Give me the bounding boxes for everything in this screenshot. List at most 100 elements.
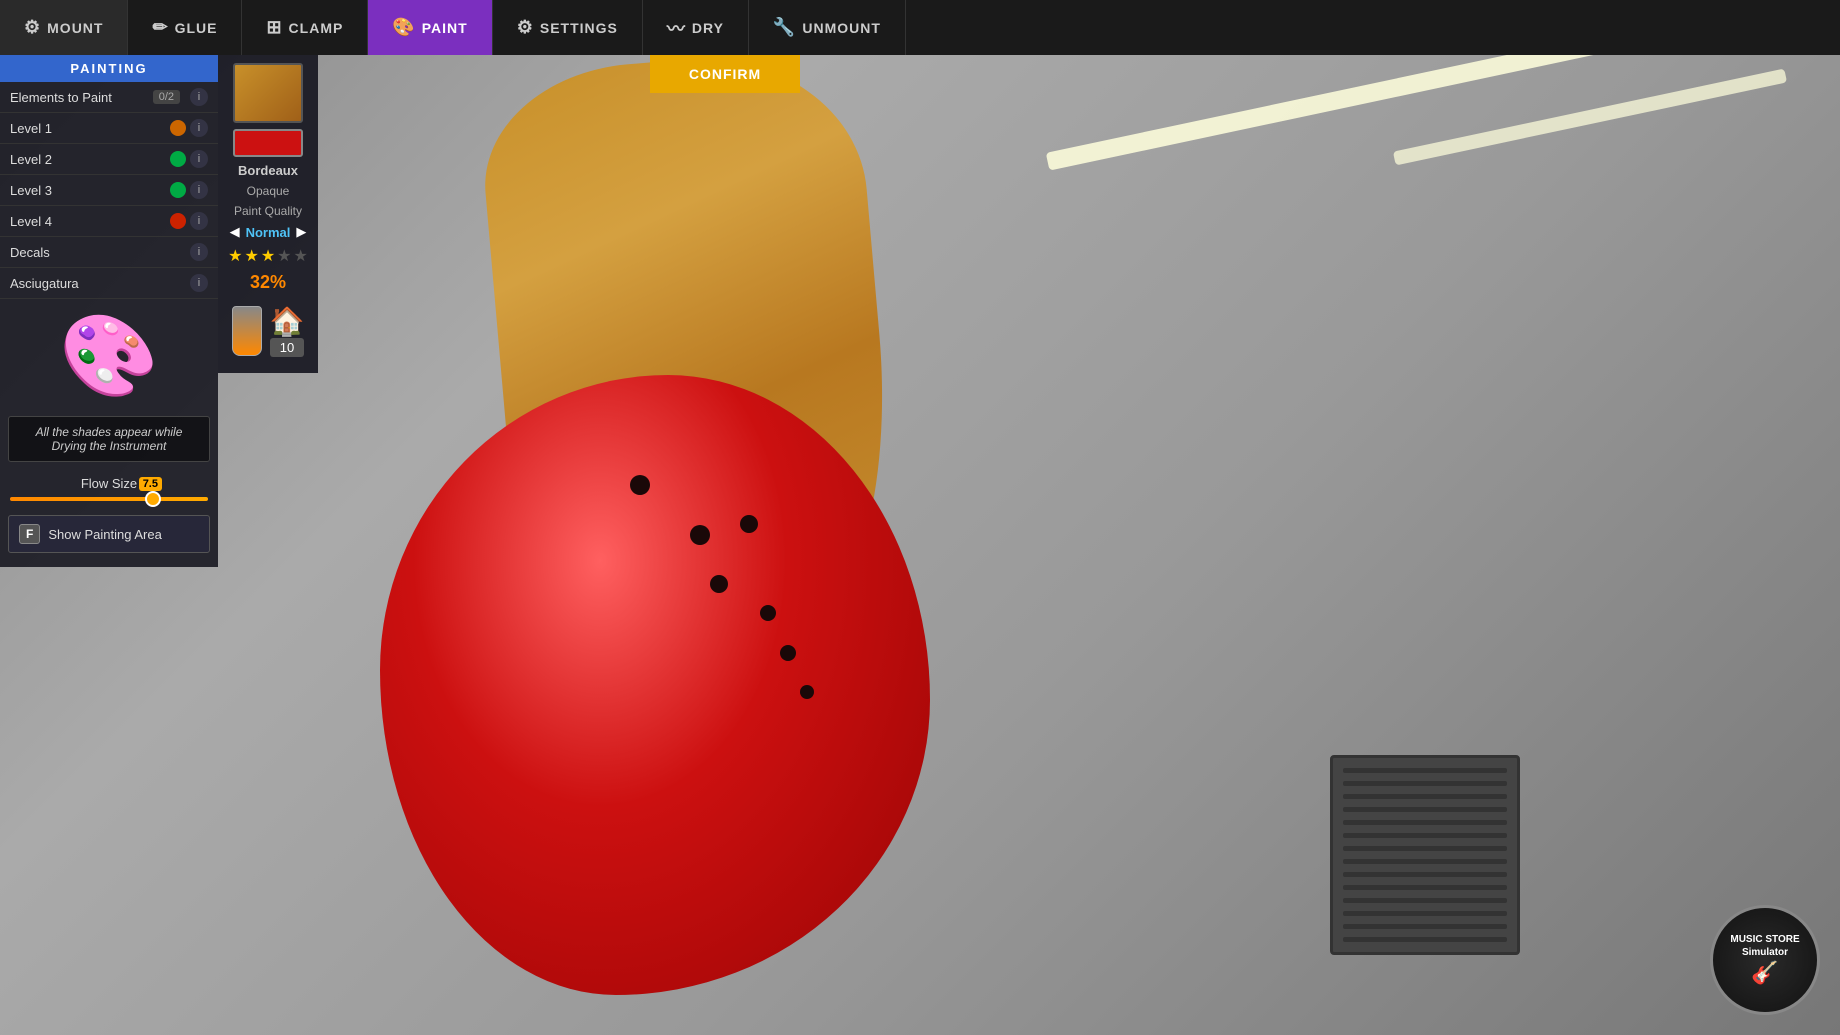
nav-settings-label: SETTINGS — [540, 20, 618, 36]
vent-slats — [1333, 758, 1517, 952]
asciugatura-row: Asciugatura i — [0, 268, 218, 299]
paint-count: 10 — [270, 338, 305, 357]
info-text-box: All the shades appear while Drying the I… — [8, 416, 210, 462]
nav-clamp[interactable]: ⊞ CLAMP — [242, 0, 368, 55]
vent-slat — [1343, 807, 1507, 812]
elements-to-paint-row: Elements to Paint 0/2 i — [0, 82, 218, 113]
decals-row: Decals i — [0, 237, 218, 268]
level1-row: Level 1 i — [0, 113, 218, 144]
paint-tools-right: 🏠 10 — [270, 305, 305, 357]
clamp-icon: ⊞ — [266, 17, 282, 38]
elements-label: Elements to Paint — [10, 90, 153, 105]
level2-info-btn[interactable]: i — [190, 150, 208, 168]
elements-info-btn[interactable]: i — [190, 88, 208, 106]
asciugatura-info-btn[interactable]: i — [190, 274, 208, 292]
vent — [1330, 755, 1520, 955]
guitar-hole-3 — [740, 515, 758, 533]
level2-row: Level 2 i — [0, 144, 218, 175]
guitar-thumbnail — [233, 63, 303, 123]
level1-label: Level 1 — [10, 121, 170, 136]
vent-slat — [1343, 859, 1507, 864]
guitar-hole-2 — [690, 525, 710, 545]
confirm-button[interactable]: CONFIRM — [650, 55, 800, 93]
quality-prev-arrow[interactable]: ◀ — [230, 224, 240, 240]
left-panel: PAINTING Elements to Paint 0/2 i Level 1… — [0, 55, 218, 567]
flow-size-slider[interactable]: 7.5 — [0, 493, 218, 511]
show-painting-area-label: Show Painting Area — [48, 527, 161, 542]
level4-label: Level 4 — [10, 214, 170, 229]
decals-label: Decals — [10, 245, 186, 260]
nav-clamp-label: CLAMP — [289, 20, 344, 36]
settings-icon: ⚙ — [517, 17, 534, 38]
paint-icon: 🎨 — [392, 17, 415, 38]
paint-brush-tool[interactable] — [232, 306, 262, 356]
palette-decoration-area: 🎨 — [0, 299, 218, 408]
level2-status-icon — [170, 151, 186, 167]
nav-unmount[interactable]: 🔧 UNMOUNT — [749, 0, 906, 55]
vent-slat — [1343, 924, 1507, 929]
decals-info-btn[interactable]: i — [190, 243, 208, 261]
level4-status-icon — [170, 213, 186, 229]
level4-info-btn[interactable]: i — [190, 212, 208, 230]
house-icon[interactable]: 🏠 — [270, 305, 305, 338]
level3-row: Level 3 i — [0, 175, 218, 206]
guitar-hole-6 — [780, 645, 796, 661]
logo-icon: 🎸 — [1730, 959, 1799, 988]
unmount-icon: 🔧 — [773, 17, 796, 38]
paint-tools: 🏠 10 — [226, 299, 311, 363]
guitar-hole-1 — [630, 475, 650, 495]
nav-unmount-label: UNMOUNT — [802, 20, 881, 36]
level2-label: Level 2 — [10, 152, 170, 167]
f-key-badge: F — [19, 524, 40, 544]
vent-slat — [1343, 781, 1507, 786]
guitar-hole-4 — [710, 575, 728, 593]
vent-slat — [1343, 885, 1507, 890]
quality-next-arrow[interactable]: ▶ — [296, 224, 306, 240]
level3-label: Level 3 — [10, 183, 170, 198]
top-navigation: ⚙ MOUNT ✏ GLUE ⊞ CLAMP 🎨 PAINT ⚙ SETTING… — [0, 0, 1840, 55]
guitar-hole-7 — [800, 685, 814, 699]
logo-text: MUSIC STORE Simulator 🎸 — [1730, 933, 1799, 988]
quality-selector: ◀ Normal ▶ — [230, 224, 307, 240]
confirm-label: CONFIRM — [689, 66, 761, 82]
flow-size-label: Flow Size — [0, 470, 218, 493]
nav-glue-label: GLUE — [175, 20, 218, 36]
guitar-hole-5 — [760, 605, 776, 621]
nav-mount[interactable]: ⚙ MOUNT — [0, 0, 128, 55]
nav-settings[interactable]: ⚙ SETTINGS — [493, 0, 643, 55]
dry-icon: 〰 — [667, 15, 686, 41]
asciugatura-label: Asciugatura — [10, 276, 186, 291]
nav-dry-label: DRY — [692, 20, 724, 36]
level3-info-btn[interactable]: i — [190, 181, 208, 199]
logo: MUSIC STORE Simulator 🎸 — [1710, 905, 1820, 1015]
star-1: ★ — [228, 246, 242, 266]
elements-badge: 0/2 — [153, 90, 180, 104]
nav-paint[interactable]: 🎨 PAINT — [368, 0, 492, 55]
palette-icon: 🎨 — [59, 309, 159, 403]
nav-mount-label: MOUNT — [47, 20, 103, 36]
color-type: Opaque — [247, 184, 290, 198]
star-4: ★ — [277, 246, 291, 266]
slider-value: 7.5 — [139, 477, 162, 491]
quality-value: Normal — [246, 225, 291, 240]
quality-stars: ★ ★ ★ ★ ★ — [228, 246, 308, 266]
paint-percent: 32% — [250, 272, 286, 293]
color-swatch[interactable] — [233, 129, 303, 157]
vent-slat — [1343, 833, 1507, 838]
quality-label: Paint Quality — [234, 204, 302, 218]
nav-glue[interactable]: ✏ GLUE — [128, 0, 242, 55]
level1-status-icon — [170, 120, 186, 136]
vent-slat — [1343, 911, 1507, 916]
show-painting-area-button[interactable]: F Show Painting Area — [8, 515, 210, 553]
slider-track: 7.5 — [10, 497, 208, 501]
color-panel: Bordeaux Opaque Paint Quality ◀ Normal ▶… — [218, 55, 318, 373]
vent-slat — [1343, 872, 1507, 877]
guitar-red-body — [380, 375, 930, 995]
mount-icon: ⚙ — [24, 17, 41, 38]
vent-slat — [1343, 820, 1507, 825]
nav-dry[interactable]: 〰 DRY — [643, 0, 749, 55]
level1-info-btn[interactable]: i — [190, 119, 208, 137]
level4-row: Level 4 i — [0, 206, 218, 237]
level3-status-icon — [170, 182, 186, 198]
vent-slat — [1343, 898, 1507, 903]
